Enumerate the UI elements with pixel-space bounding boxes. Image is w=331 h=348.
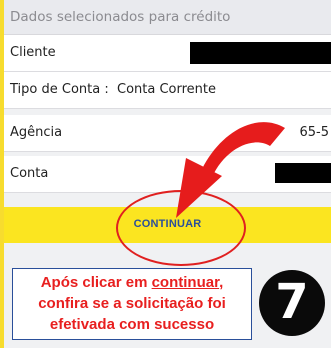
instruction-line-1: Após clicar em continuar,: [40, 274, 224, 291]
step-number-badge: 7: [259, 270, 325, 336]
instruction-line-3: efetivada com sucesso: [49, 316, 215, 333]
continuar-link-text: continuar: [151, 274, 220, 291]
instruction-note: Após clicar em continuar, confira se a s…: [12, 268, 252, 340]
step-number: 7: [275, 274, 309, 330]
instruction-line-2: confira se a solicitação foi: [38, 295, 226, 312]
